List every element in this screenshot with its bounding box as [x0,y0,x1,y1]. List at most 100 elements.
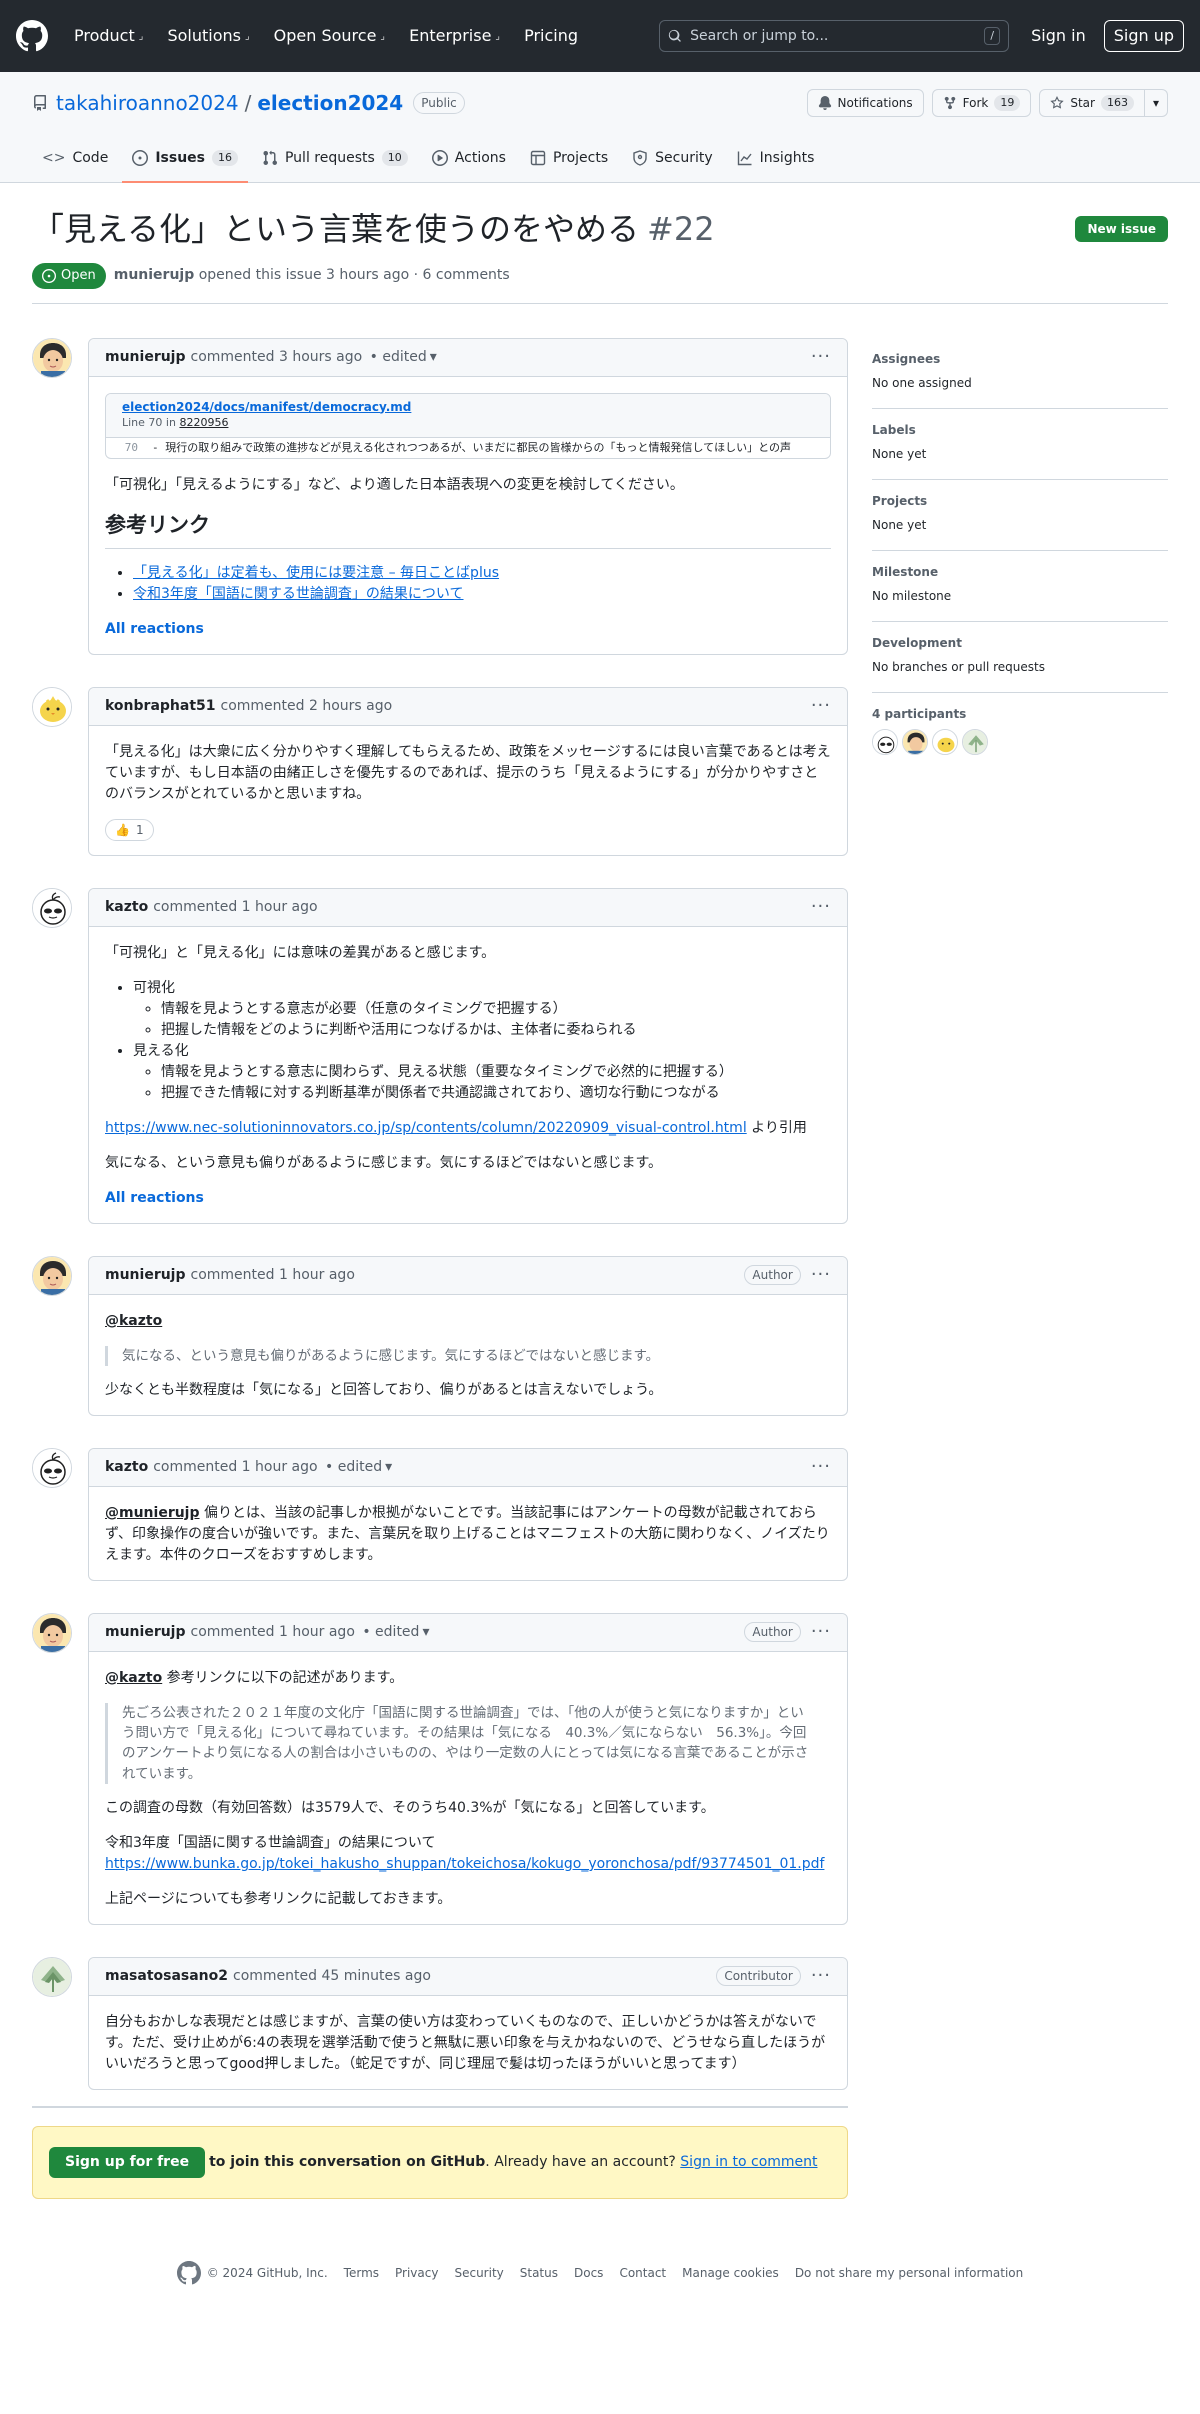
graph-icon [737,151,752,166]
comment-time[interactable]: commented 1 hour ago [153,1457,317,1478]
nav-enterprise[interactable]: Enterprise ⌟ [397,24,512,48]
issue-layout: munierujp commented 3 hours ago • edited… [0,304,1200,2199]
new-issue-button[interactable]: New issue [1075,216,1168,242]
avatar-masatosasano2 [33,1957,71,1996]
avatar[interactable] [32,1612,72,1653]
comment-time[interactable]: commented 1 hour ago [191,1265,355,1286]
reaction-thumbs-up[interactable]: 👍 1 [105,818,154,841]
kebab-horizontal-icon[interactable]: ··· [811,697,831,715]
sidebar-projects: Projects None yet [872,480,1168,551]
user-mention[interactable]: @kazto [105,1670,162,1686]
comment-author[interactable]: munierujp [105,1622,186,1643]
sign-up-for-free-button[interactable]: Sign up for free [49,2146,206,2178]
repo-owner-link[interactable]: takahiroanno2024 [56,88,239,118]
comment-author[interactable]: kazto [105,897,148,918]
sign-in-link[interactable]: Sign in [1031,24,1086,48]
avatar[interactable] [32,686,72,727]
kebab-horizontal-icon[interactable]: ··· [811,898,831,916]
reference-link[interactable]: https://www.bunka.go.jp/tokei_hakusho_sh… [105,1856,824,1872]
footer-link-do-not-share[interactable]: Do not share my personal information [795,2264,1023,2282]
participant-avatar[interactable] [932,728,958,755]
footer-link-docs[interactable]: Docs [574,2264,603,2282]
comment-time[interactable]: commented 45 minutes ago [233,1966,431,1987]
comment-box: munierujp commented 1 hour ago Author ···… [88,1255,848,1416]
github-logo-icon[interactable] [176,2260,201,2285]
comment-author[interactable]: munierujp [105,1265,186,1286]
nav-solutions[interactable]: Solutions ⌟ [155,24,261,48]
comment-header: masatosasano2 commented 45 minutes ago C… [89,1957,847,1996]
user-mention[interactable]: @munierujp [105,1505,200,1521]
kebab-horizontal-icon[interactable]: ··· [811,1623,831,1641]
source-link[interactable]: https://www.nec-solutioninnovators.co.jp… [105,1120,747,1136]
all-reactions-link[interactable]: All reactions [105,621,204,637]
comment-header: munierujp commented 1 hour ago Author ··· [89,1256,847,1295]
comment-body: 自分もおかしな表現だとは感じますが、言葉の使い方は変わっていくものなので、正しい… [89,1996,847,2089]
permalink-file-link[interactable]: election2024/docs/manifest/democracy.md [122,400,411,414]
avatar[interactable] [32,1255,72,1296]
participant-avatar[interactable] [962,728,988,755]
reference-link[interactable]: 令和3年度「国語に関する世論調査」の結果について [133,586,464,602]
comment-body: 「可視化」と「見える化」には意味の差異があると感じます。 可視化 情報を見ようと… [89,927,847,1223]
all-reactions-link[interactable]: All reactions [105,1190,204,1206]
comment-author[interactable]: konbraphat51 [105,696,216,717]
star-icon [1050,96,1065,109]
kebab-horizontal-icon[interactable]: ··· [811,1967,831,1985]
footer-link-contact[interactable]: Contact [619,2264,666,2282]
comment-time[interactable]: commented 2 hours ago [221,696,393,717]
footer-link-status[interactable]: Status [520,2264,558,2282]
comment-time[interactable]: commented 3 hours ago [191,347,363,368]
comment-body: 「見える化」は大衆に広く分かりやすく理解してもらえるため、政策をメッセージするに… [89,726,847,855]
nav-pricing[interactable]: Pricing [512,24,590,48]
edited-dropdown[interactable]: • edited ▾ [318,1457,392,1478]
nav-open-source[interactable]: Open Source ⌟ [262,24,397,48]
notifications-button[interactable]: Notifications [806,89,924,117]
tab-pull-requests[interactable]: Pull requests 10 [252,134,418,182]
footer-link-terms[interactable]: Terms [344,2264,379,2282]
edited-dropdown[interactable]: • edited ▾ [362,347,437,368]
repo-title-bar: takahiroanno2024 / election2024 Public N… [32,72,1168,134]
avatar[interactable] [32,337,72,378]
avatar[interactable] [32,1447,72,1488]
line-number: 70 [124,440,138,454]
search-input[interactable]: Search or jump to... / [659,20,1010,52]
user-mention[interactable]: @kazto [105,1313,162,1329]
kebab-horizontal-icon[interactable]: ··· [811,348,831,366]
github-logo-icon[interactable] [16,20,48,52]
reference-link[interactable]: 「見える化」は定着も、使用には要注意 – 毎日ことばplus [133,565,499,581]
issue-author-link[interactable]: munierujp [114,267,195,283]
definition-list: 可視化 情報を見ようとする意志が必要（任意のタイミングで把握する） 把握した情報… [105,978,831,1104]
blockquote: 先ごろ公表された２０２１年度の文化庁「国語に関する世論調査」では、「他の人が使う… [105,1702,831,1784]
sign-in-to-comment-link[interactable]: Sign in to comment [680,2152,817,2173]
participant-avatar[interactable] [872,728,898,755]
nav-product[interactable]: Product ⌟ [62,24,155,48]
issue-opened-icon [42,268,56,283]
bell-icon [818,96,831,110]
tab-security[interactable]: Security [622,134,723,182]
star-list-dropdown[interactable]: ▾ [1144,89,1168,117]
comment-time[interactable]: commented 1 hour ago [191,1622,355,1643]
fork-button[interactable]: Fork 19 [931,89,1032,117]
footer-link-manage-cookies[interactable]: Manage cookies [682,2264,779,2282]
participant-avatar[interactable] [902,728,928,755]
avatar[interactable] [32,887,72,928]
kebab-horizontal-icon[interactable]: ··· [811,1458,831,1476]
comment-author[interactable]: masatosasano2 [105,1966,228,1987]
avatar[interactable] [32,1956,72,1997]
tab-insights[interactable]: Insights [727,134,825,182]
edited-dropdown[interactable]: • edited ▾ [355,1622,429,1643]
footer-link-privacy[interactable]: Privacy [395,2264,438,2282]
sign-up-button[interactable]: Sign up [1103,20,1184,52]
tab-issues[interactable]: Issues 16 [122,134,248,183]
kebab-horizontal-icon[interactable]: ··· [811,1266,831,1284]
footer-link-security[interactable]: Security [454,2264,503,2282]
star-button[interactable]: Star 163 [1039,89,1145,117]
comment-time[interactable]: commented 1 hour ago [153,897,317,918]
comment-author[interactable]: kazto [105,1457,148,1478]
tab-code[interactable]: <> Code [32,134,118,182]
tab-actions[interactable]: Actions [422,134,516,182]
permalink-commit-link[interactable]: 8220956 [179,416,228,429]
avatar-munierujp [33,1613,71,1652]
tab-projects[interactable]: Projects [520,134,618,182]
repo-name-link[interactable]: election2024 [257,88,403,118]
comment-author[interactable]: munierujp [105,347,186,368]
